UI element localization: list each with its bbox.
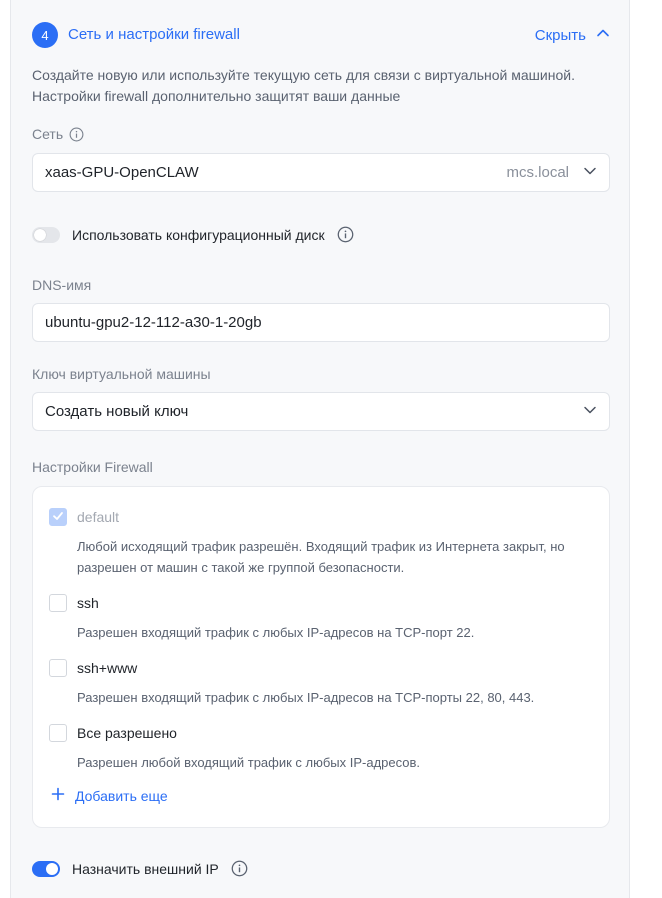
vm-key-label: Ключ виртуальной машины — [32, 366, 211, 382]
config-disk-row: Использовать конфигурационный диск — [32, 226, 354, 243]
firewall-all-allowed-checkbox[interactable] — [49, 724, 67, 742]
firewall-label: Настройки Firewall — [32, 459, 153, 475]
firewall-ssh-www-checkbox[interactable] — [49, 659, 67, 677]
firewall-option-row: ssh+www — [49, 658, 599, 678]
network-value: xaas-GPU-OpenCLAW — [45, 164, 199, 181]
chevron-down-icon — [583, 164, 597, 182]
firewall-option-ssh: ssh Разрешен входящий трафик с любых IP-… — [49, 593, 599, 643]
config-disk-label: Использовать конфигурационный диск — [72, 226, 325, 243]
network-label: Сеть — [32, 126, 64, 142]
chevron-down-icon — [583, 403, 597, 421]
firewall-option-name: Все разрешено — [77, 725, 177, 741]
checkmark-icon — [52, 509, 64, 525]
firewall-option-name: ssh — [77, 595, 99, 611]
network-firewall-section: 4 Сеть и настройки firewall Скрыть Созда… — [10, 0, 630, 898]
vm-key-select[interactable]: Создать новый ключ — [32, 392, 610, 431]
firewall-option-name: ssh+www — [77, 660, 138, 676]
chevron-up-icon — [596, 26, 610, 45]
config-disk-toggle[interactable] — [32, 226, 60, 243]
firewall-option-description: Разрешен входящий трафик с любых IP-адре… — [77, 625, 475, 640]
firewall-option-row: default — [49, 507, 599, 527]
dns-label-text: DNS-имя — [32, 277, 92, 293]
vm-key-value: Создать новый ключ — [45, 403, 189, 420]
firewall-option-description: Любой исходящий трафик разрешён. Входящи… — [77, 539, 565, 575]
network-domain: mcs.local — [506, 164, 569, 181]
step-number-badge: 4 — [32, 22, 58, 48]
network-select[interactable]: xaas-GPU-OpenCLAW mcs.local — [32, 153, 610, 192]
plus-icon — [51, 787, 65, 804]
network-label-row: Сеть — [32, 126, 84, 142]
info-icon[interactable] — [337, 226, 354, 243]
dns-label: DNS-имя — [32, 277, 91, 293]
firewall-option-all-allowed: Все разрешено Разрешен любой входящий тр… — [49, 723, 599, 773]
dns-value: ubuntu-gpu2-12-112-a30-1-20gb — [45, 314, 262, 331]
firewall-options-box: default Любой исходящий трафик разрешён.… — [32, 486, 610, 828]
dns-input[interactable]: ubuntu-gpu2-12-112-a30-1-20gb — [32, 303, 610, 342]
info-icon[interactable] — [69, 127, 84, 142]
firewall-option-row: ssh — [49, 593, 599, 613]
section-header: 4 Сеть и настройки firewall Скрыть — [32, 21, 610, 49]
firewall-option-description: Разрешен входящий трафик с любых IP-адре… — [77, 690, 535, 705]
firewall-option-description: Разрешен любой входящий трафик с любых I… — [77, 755, 421, 770]
firewall-label-text: Настройки Firewall — [32, 459, 153, 475]
info-icon[interactable] — [231, 860, 248, 877]
external-ip-row: Назначить внешний IP — [32, 860, 248, 877]
external-ip-label: Назначить внешний IP — [72, 860, 219, 877]
firewall-option-ssh-www: ssh+www Разрешен входящий трафик с любых… — [49, 658, 599, 708]
section-title: Сеть и настройки firewall — [68, 26, 240, 43]
add-more-label: Добавить еще — [75, 787, 168, 804]
vm-key-label-text: Ключ виртуальной машины — [32, 366, 211, 382]
hide-section-button[interactable]: Скрыть — [535, 25, 610, 45]
add-firewall-rule-button[interactable]: Добавить еще — [51, 787, 168, 804]
firewall-ssh-checkbox[interactable] — [49, 594, 67, 612]
firewall-option-default: default Любой исходящий трафик разрешён.… — [49, 507, 599, 578]
hide-section-label: Скрыть — [534, 26, 586, 44]
section-description: Создайте новую или используйте текущую с… — [32, 67, 575, 104]
external-ip-toggle[interactable] — [32, 860, 60, 877]
firewall-default-checkbox[interactable] — [49, 508, 67, 526]
firewall-option-name: default — [77, 509, 120, 525]
firewall-option-row: Все разрешено — [49, 723, 599, 743]
